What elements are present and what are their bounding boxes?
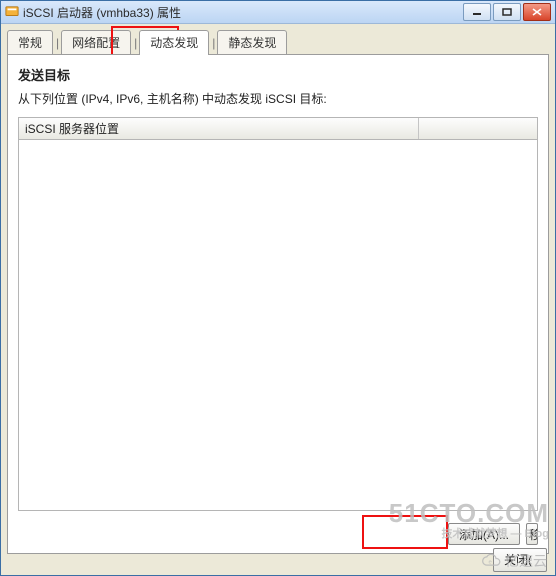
grid-header: iSCSI 服务器位置 — [18, 117, 538, 140]
tab-general[interactable]: 常规 — [7, 30, 53, 55]
column-header-spacer — [419, 118, 537, 139]
tab-strip: 常规 | 网络配置 | 动态发现 | 静态发现 — [7, 30, 549, 54]
tab-panel: 发送目标 从下列位置 (IPv4, IPv6, 主机名称) 中动态发现 iSCS… — [7, 54, 549, 554]
grid-body[interactable] — [18, 140, 538, 511]
window-controls — [463, 3, 551, 21]
panel-button-row: 添加(A)... 移 — [448, 523, 538, 545]
client-area: 常规 | 网络配置 | 动态发现 | 静态发现 发送目标 从下列位置 (IPv4… — [1, 24, 555, 576]
tab-network-config[interactable]: 网络配置 — [61, 30, 131, 55]
remove-button-fragment[interactable]: 移 — [526, 523, 538, 545]
tab-separator: | — [132, 36, 139, 54]
tab-static-discovery[interactable]: 静态发现 — [217, 30, 287, 55]
dialog-window: iSCSI 启动器 (vmhba33) 属性 常规 | 网络配置 | 动态发现 … — [0, 0, 556, 576]
tab-dynamic-discovery[interactable]: 动态发现 — [139, 30, 209, 55]
section-title: 发送目标 — [18, 65, 538, 84]
section-description: 从下列位置 (IPv4, IPv6, 主机名称) 中动态发现 iSCSI 目标: — [18, 90, 538, 107]
highlight-annotation — [362, 515, 448, 549]
app-icon — [5, 5, 19, 19]
tab-separator: | — [210, 36, 217, 54]
window-title: iSCSI 启动器 (vmhba33) 属性 — [23, 4, 463, 21]
minimize-button[interactable] — [463, 3, 491, 21]
tab-separator: | — [54, 36, 61, 54]
close-dialog-button-fragment[interactable]: 关闭( — [493, 548, 547, 572]
maximize-button[interactable] — [493, 3, 521, 21]
titlebar: iSCSI 启动器 (vmhba33) 属性 — [1, 1, 555, 24]
close-button[interactable] — [523, 3, 551, 21]
dialog-footer: 关闭( — [9, 548, 547, 572]
column-header-server-location[interactable]: iSCSI 服务器位置 — [19, 118, 419, 139]
add-button[interactable]: 添加(A)... — [448, 523, 520, 545]
